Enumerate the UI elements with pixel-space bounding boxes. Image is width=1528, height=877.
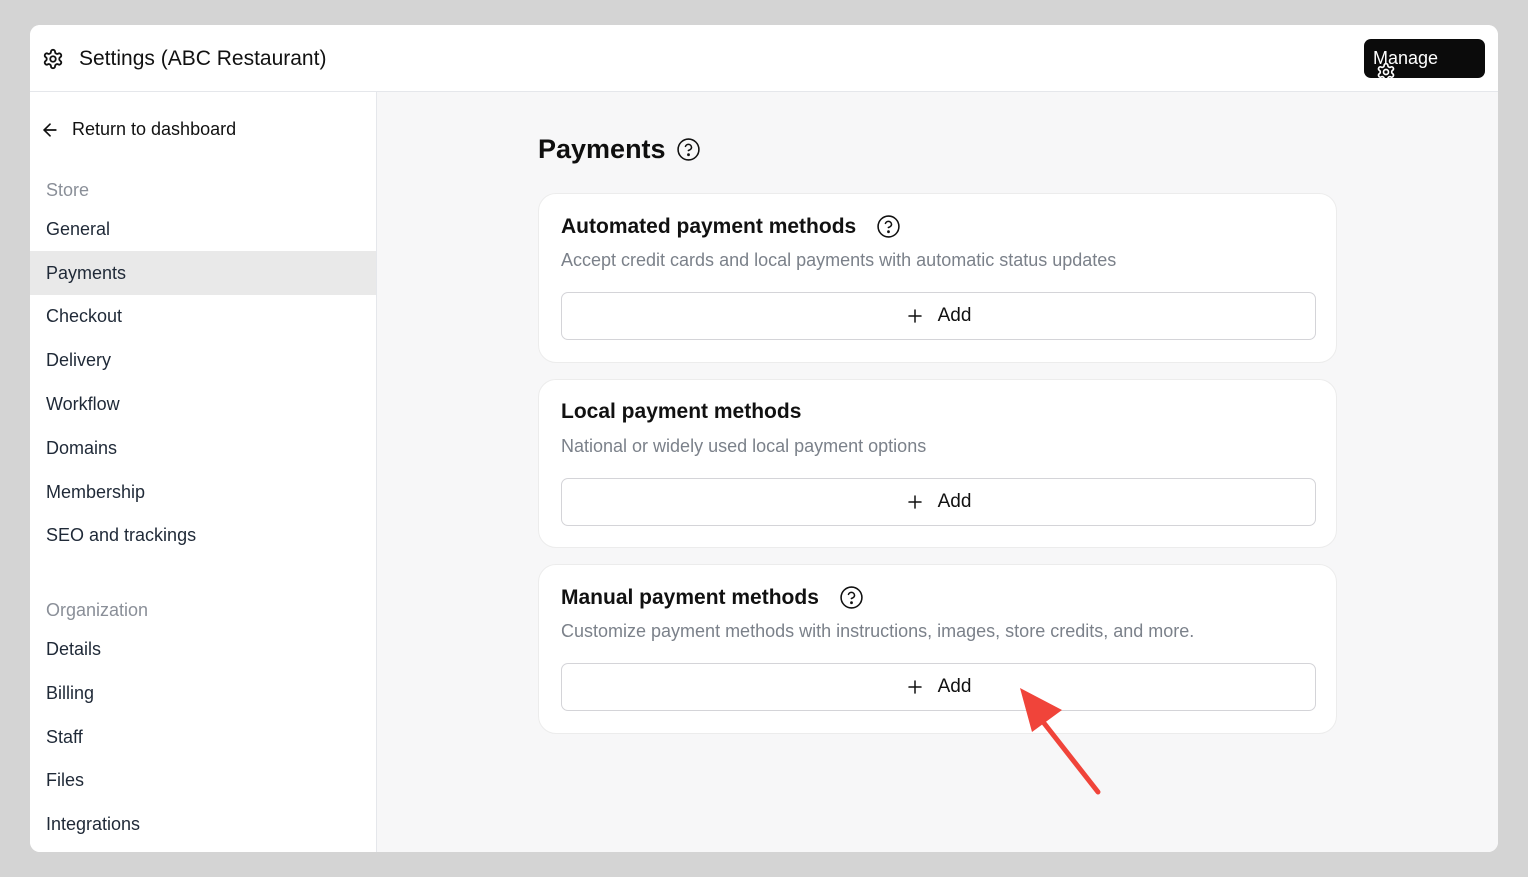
local-payment-card: Local payment methods National or widely… [538, 379, 1337, 548]
sidebar-item-delivery[interactable]: Delivery [30, 338, 376, 382]
add-local-payment-button[interactable]: Add [561, 478, 1316, 526]
automated-payment-card: Automated payment methods Accept credit … [538, 193, 1337, 363]
arrow-left-icon [43, 122, 57, 137]
add-manual-payment-button[interactable]: Add [561, 663, 1316, 711]
add-automated-payment-button[interactable]: Add [561, 292, 1316, 340]
annotation-arrow-icon [1020, 688, 1101, 795]
card-title-text: Manual payment methods [561, 585, 819, 609]
help-circle-icon[interactable] [876, 214, 901, 239]
plus-icon [907, 680, 922, 694]
help-circle-icon[interactable] [676, 137, 701, 162]
card-title: Local payment methods [561, 400, 801, 424]
add-button-label: Add [937, 305, 972, 326]
sidebar-item-domains[interactable]: Domains [30, 426, 376, 470]
sidebar-item-integrations[interactable]: Integrations [30, 802, 376, 846]
sidebar-item-details[interactable]: Details [30, 627, 376, 671]
sidebar-item-seo[interactable]: SEO and trackings [30, 513, 376, 557]
plus-icon [907, 309, 922, 323]
plus-icon [907, 495, 922, 509]
card-description: National or widely used local payment op… [561, 436, 927, 456]
sidebar-item-billing[interactable]: Billing [30, 671, 376, 715]
card-title: Manual payment methods [561, 585, 864, 610]
card-description: Accept credit cards and local payments w… [561, 250, 1117, 270]
sidebar-item-general[interactable]: General [30, 207, 376, 251]
sidebar-section-organization: Organization [46, 600, 149, 620]
manage-button[interactable]: Manage [1364, 39, 1485, 82]
sidebar: Return to dashboard Store General Paymen… [30, 92, 377, 852]
main-content: Payments Automated payment methods Accep… [377, 92, 1498, 852]
sidebar-item-checkout[interactable]: Checkout [30, 294, 376, 338]
sidebar-section-store: Store [46, 180, 90, 200]
page-title: Payments [538, 134, 701, 165]
top-bar: Settings (ABC Restaurant) Manage [30, 25, 1498, 92]
settings-window: Settings (ABC Restaurant) Manage Return … [30, 25, 1498, 852]
card-description: Customize payment methods with instructi… [561, 621, 1195, 641]
card-title-text: Local payment methods [561, 400, 802, 423]
help-circle-icon[interactable] [839, 585, 864, 610]
sidebar-item-membership[interactable]: Membership [30, 470, 376, 514]
sidebar-item-files[interactable]: Files [30, 758, 376, 802]
gear-icon [43, 48, 63, 70]
page-header-title: Settings (ABC Restaurant) [79, 47, 327, 70]
add-button-label: Add [937, 676, 972, 697]
card-title-text: Automated payment methods [561, 214, 857, 238]
manual-payment-card: Manual payment methods Customize payment… [538, 564, 1337, 734]
gear-icon [1377, 62, 1395, 82]
add-button-label: Add [937, 491, 972, 512]
return-to-dashboard-link[interactable]: Return to dashboard [40, 119, 236, 140]
sidebar-item-staff[interactable]: Staff [30, 715, 376, 759]
sidebar-item-workflow[interactable]: Workflow [30, 382, 376, 426]
page-title-text: Payments [538, 134, 666, 164]
return-to-dashboard-label: Return to dashboard [72, 119, 237, 139]
sidebar-item-payments[interactable]: Payments [30, 251, 376, 295]
card-title: Automated payment methods [561, 214, 901, 239]
